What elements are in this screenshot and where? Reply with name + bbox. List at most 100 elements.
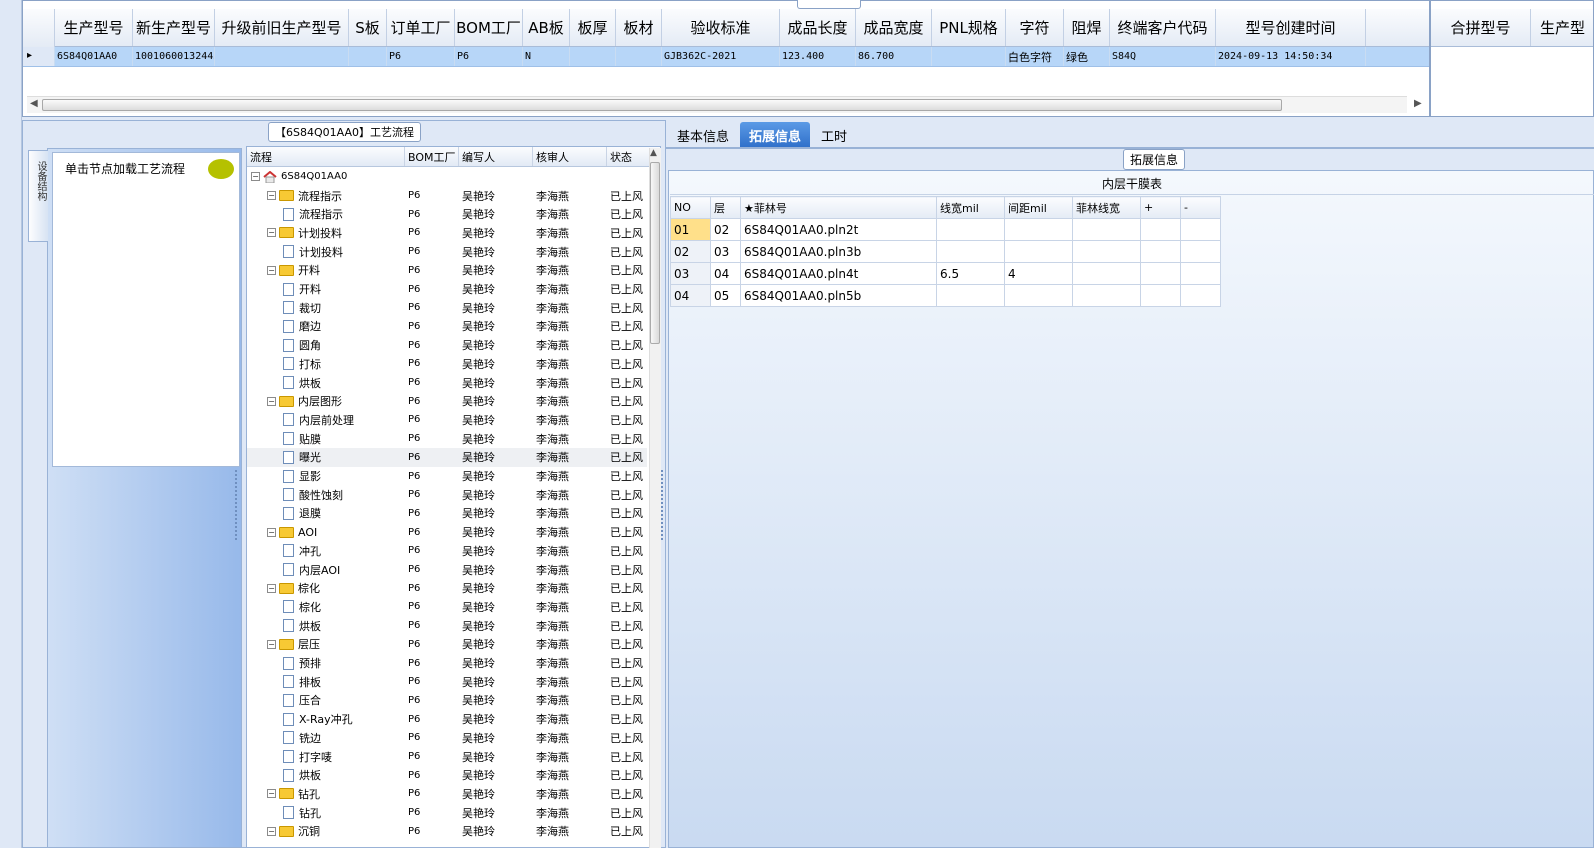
table-cell[interactable] [1180, 262, 1221, 285]
tree-row[interactable]: 酸性蚀刻 P6 吴艳玲 李海燕 已上风 [247, 485, 647, 504]
top-splitter-handle[interactable] [797, 0, 861, 9]
tree-row[interactable]: 计划投料 P6 吴艳玲 李海燕 已上风 [247, 242, 647, 261]
table-cell[interactable] [1180, 240, 1221, 263]
table-cell[interactable]: 6S84Q01AA0.pln2t [740, 218, 937, 241]
column-header[interactable]: 合拼型号 [1431, 9, 1531, 46]
table-cell[interactable] [1072, 240, 1141, 263]
column-header[interactable]: 型号创建时间 [1216, 9, 1366, 46]
grid-cell[interactable]: P6 [387, 47, 455, 66]
table-cell[interactable]: 02 [710, 218, 741, 241]
tree-row[interactable]: 打标 P6 吴艳玲 李海燕 已上风 [247, 354, 647, 373]
collapse-icon[interactable]: − [267, 639, 276, 649]
tree-row[interactable]: − 内层图形 P6 吴艳玲 李海燕 已上风 [247, 392, 647, 411]
column-header[interactable]: 板厚 [570, 9, 616, 46]
tree-row[interactable]: 棕化 P6 吴艳玲 李海燕 已上风 [247, 597, 647, 616]
column-header[interactable]: 生产型号 [55, 9, 133, 46]
grid-cell[interactable]: 86.700 [856, 47, 932, 66]
collapse-icon[interactable]: − [267, 228, 276, 238]
scroll-right-icon[interactable]: ▶ [1414, 98, 1422, 109]
column-header[interactable]: 字符 [1006, 9, 1064, 46]
column-header[interactable]: S板 [349, 9, 387, 46]
table-cell[interactable]: 04 [710, 262, 741, 285]
tree-row[interactable]: 退膜 P6 吴艳玲 李海燕 已上风 [247, 504, 647, 523]
table-header-cell[interactable]: + [1140, 196, 1181, 219]
process-tree[interactable]: 流程 BOM工厂 编写人 核审人 状态 − 6S84Q01AA0 − 流程指示 P6 吴艳玲李… [246, 146, 661, 848]
collapse-icon[interactable]: − [267, 191, 276, 200]
tree-column-header[interactable]: 核审人 [533, 147, 607, 166]
column-header[interactable]: 生产型 [1531, 9, 1593, 46]
column-header[interactable]: BOM工厂 [455, 9, 523, 46]
table-cell[interactable] [1004, 218, 1073, 241]
tab-2[interactable]: 工时 [812, 122, 856, 148]
table-row[interactable]: 01 02 6S84Q01AA0.pln2t [670, 218, 1221, 241]
tree-row[interactable]: − AOI P6 吴艳玲 李海燕 已上风 [247, 523, 647, 542]
column-header[interactable]: 升级前旧生产型号 [215, 9, 349, 46]
table-row[interactable]: 04 05 6S84Q01AA0.pln5b [670, 284, 1221, 307]
tree-row[interactable]: − 沉铜 P6 吴艳玲 李海燕 已上风 [247, 822, 647, 841]
grid-cell[interactable]: N [523, 47, 570, 66]
grid-cell[interactable]: GJB362C-2021 [662, 47, 780, 66]
table-cell[interactable] [1072, 284, 1141, 307]
tree-column-header[interactable]: BOM工厂 [405, 147, 459, 166]
table-cell[interactable]: 6S84Q01AA0.pln4t [740, 262, 937, 285]
column-header[interactable]: 新生产型号 [133, 9, 215, 46]
tree-row[interactable]: 开料 P6 吴艳玲 李海燕 已上风 [247, 280, 647, 299]
horizontal-scroll-thumb[interactable] [42, 99, 1282, 111]
tree-row[interactable]: 贴膜 P6 吴艳玲 李海燕 已上风 [247, 429, 647, 448]
collapse-icon[interactable]: − [267, 527, 276, 537]
table-cell[interactable] [1180, 284, 1221, 307]
collapse-icon[interactable]: − [267, 583, 276, 593]
table-header-cell[interactable]: NO [670, 196, 711, 219]
tree-row[interactable]: 内层AOI P6 吴艳玲 李海燕 已上风 [247, 560, 647, 579]
table-row[interactable]: 02 03 6S84Q01AA0.pln3b [670, 240, 1221, 263]
table-cell[interactable]: 4 [1004, 262, 1073, 285]
tree-row[interactable]: 内层前处理 P6 吴艳玲 李海燕 已上风 [247, 410, 647, 429]
tree-row[interactable]: 烘板 P6 吴艳玲 李海燕 已上风 [247, 373, 647, 392]
table-cell[interactable] [1004, 284, 1073, 307]
tree-column-header[interactable]: 流程 [247, 147, 405, 166]
table-header-cell[interactable]: 层 [710, 196, 741, 219]
tree-row[interactable]: 钻孔 P6 吴艳玲 李海燕 已上风 [247, 803, 647, 822]
column-header[interactable]: 终端客户代码 [1110, 9, 1216, 46]
table-cell[interactable]: 05 [710, 284, 741, 307]
collapse-icon[interactable]: − [251, 172, 260, 181]
tree-row[interactable]: 烘板 P6 吴艳玲 李海燕 已上风 [247, 616, 647, 635]
table-cell[interactable] [1004, 240, 1073, 263]
tree-row[interactable]: 磨边 P6 吴艳玲 李海燕 已上风 [247, 317, 647, 336]
tree-row[interactable]: 冲孔 P6 吴艳玲 李海燕 已上风 [247, 541, 647, 560]
tree-row[interactable]: 压合 P6 吴艳玲 李海燕 已上风 [247, 691, 647, 710]
grid-cell[interactable]: 10010600132443 [133, 47, 215, 66]
tree-row[interactable]: − 棕化 P6 吴艳玲 李海燕 已上风 [247, 579, 647, 598]
table-row[interactable]: 03 04 6S84Q01AA0.pln4t 6.5 4 [670, 262, 1221, 285]
table-cell[interactable]: 04 [670, 284, 711, 307]
table-cell[interactable]: 6S84Q01AA0.pln5b [740, 284, 937, 307]
table-cell[interactable] [936, 284, 1005, 307]
table-cell[interactable] [1072, 262, 1141, 285]
grid-cell[interactable]: 白色字符 [1006, 47, 1064, 66]
table-cell[interactable] [1140, 284, 1181, 307]
tree-column-header[interactable]: 编写人 [459, 147, 533, 166]
table-cell[interactable]: 03 [710, 240, 741, 263]
collapse-icon[interactable]: − [267, 265, 276, 275]
tree-row[interactable]: 显影 P6 吴艳玲 李海燕 已上风 [247, 467, 647, 486]
column-header[interactable]: 验收标准 [662, 9, 780, 46]
tree-root-row[interactable]: − 6S84Q01AA0 [247, 167, 647, 186]
tab-0[interactable]: 基本信息 [668, 122, 738, 148]
grid-cell[interactable] [215, 47, 349, 66]
column-header[interactable]: AB板 [523, 9, 570, 46]
left-splitter-grip[interactable] [235, 470, 241, 540]
merge-model-grid[interactable]: 合拼型号 生产型 [1430, 0, 1594, 117]
table-header-cell[interactable]: 菲林线宽 [1072, 196, 1141, 219]
column-header[interactable]: 板材 [616, 9, 662, 46]
grid-cell[interactable]: 123.400 [780, 47, 856, 66]
grid-cell[interactable] [616, 47, 662, 66]
tree-row[interactable]: − 层压 P6 吴艳玲 李海燕 已上风 [247, 635, 647, 654]
scroll-left-icon[interactable]: ◀ [30, 98, 38, 109]
collapse-icon[interactable]: − [267, 826, 276, 836]
tree-row[interactable]: 流程指示 P6 吴艳玲 李海燕 已上风 [247, 205, 647, 224]
tree-row[interactable]: 裁切 P6 吴艳玲 李海燕 已上风 [247, 298, 647, 317]
tree-row[interactable]: − 钻孔 P6 吴艳玲 李海燕 已上风 [247, 784, 647, 803]
grid-cell[interactable] [570, 47, 616, 66]
collapse-icon[interactable]: − [267, 789, 276, 799]
tree-row[interactable]: 烘板 P6 吴艳玲 李海燕 已上风 [247, 766, 647, 785]
